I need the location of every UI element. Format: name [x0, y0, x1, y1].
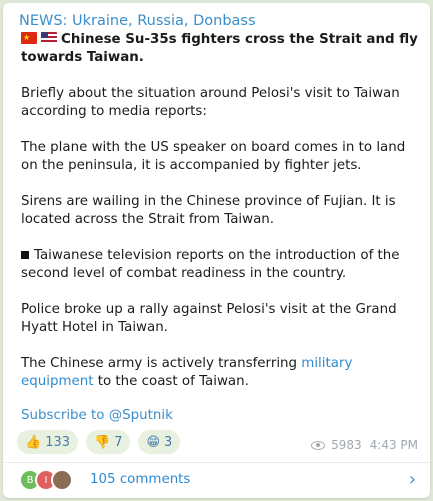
thumbs-up-icon: 👍	[25, 434, 42, 450]
china-flag-icon	[21, 32, 37, 44]
paragraph-6: The Chinese army is actively transferrin…	[21, 355, 421, 391]
message-bubble: NEWS: Ukraine, Russia, Donbass Chinese S…	[3, 3, 430, 498]
message-meta: 5983 4:43 PM	[311, 438, 418, 452]
paragraph-2: The plane with the US speaker on board c…	[21, 140, 406, 173]
comments-count-label[interactable]: 105 comments	[90, 472, 190, 487]
reaction-count: 3	[164, 434, 173, 450]
paragraph-1: Briefly about the situation around Pelos…	[21, 86, 400, 119]
paragraph-4-text: Taiwanese television reports on the intr…	[21, 248, 400, 281]
channel-name[interactable]: NEWS: Ukraine, Russia, Donbass	[19, 13, 256, 29]
headline-text: Chinese Su-35s fighters cross the Strait…	[21, 32, 418, 65]
paragraph-6-after: to the coast of Taiwan.	[93, 374, 249, 389]
reaction-count: 7	[114, 434, 123, 450]
view-count: 5983	[331, 438, 362, 452]
reaction-thumbs-up[interactable]: 👍 133	[17, 430, 79, 454]
comments-row[interactable]: B I 105 comments ›	[3, 463, 430, 498]
thumbs-down-icon: 👎	[94, 434, 111, 450]
commenter-avatars: B I	[19, 469, 73, 491]
reaction-grin[interactable]: 😁 3	[138, 430, 181, 454]
reaction-count: 133	[45, 434, 71, 450]
paragraph-6-before: The Chinese army is actively transferrin…	[21, 356, 302, 371]
timestamp: 4:43 PM	[369, 438, 418, 452]
black-square-icon	[21, 250, 29, 259]
avatar	[51, 469, 73, 491]
reaction-thumbs-down[interactable]: 👎 7	[86, 430, 131, 454]
reactions-bar: 👍 133 👎 7 😁 3	[17, 430, 181, 454]
subscribe-link[interactable]: Subscribe to @Sputnik	[21, 408, 173, 423]
grin-icon: 😁	[146, 434, 161, 450]
eye-icon	[311, 440, 326, 450]
us-flag-icon	[41, 32, 57, 44]
paragraph-4: Taiwanese television reports on the intr…	[21, 247, 421, 283]
post-headline: Chinese Su-35s fighters cross the Strait…	[21, 31, 421, 67]
chevron-right-icon[interactable]: ›	[409, 469, 416, 490]
paragraph-3: Sirens are wailing in the Chinese provin…	[21, 194, 396, 227]
paragraph-5: Police broke up a rally against Pelosi's…	[21, 302, 397, 335]
